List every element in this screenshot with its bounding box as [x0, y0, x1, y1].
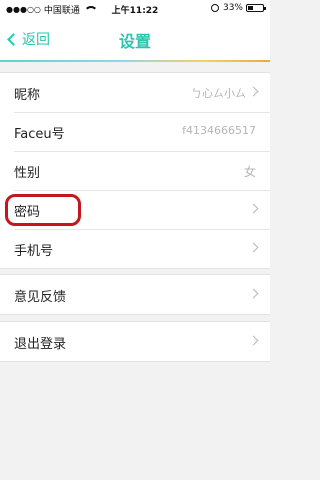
battery-percent: 33% — [222, 3, 243, 13]
feedback-group: 意见反馈 — [0, 274, 270, 315]
chevron-right-icon — [248, 86, 259, 97]
status-bar: ●●●○○ 中国联通 上午11:22 33% — [0, 0, 270, 18]
page-title: 设置 — [118, 32, 151, 51]
navigation-bar: 返回 设置 — [0, 18, 270, 60]
chevron-right-icon — [248, 203, 259, 214]
settings-row-feedback[interactable]: 意见反馈 — [0, 275, 270, 314]
row-label: 密码 — [14, 205, 41, 220]
settings-row-faceu-id: Faceu号 f4134666517 — [0, 112, 270, 151]
status-right: 33% — [210, 3, 266, 13]
settings-row-logout[interactable]: 退出登录 — [0, 322, 270, 361]
row-label: Faceu号 — [14, 127, 65, 142]
row-label: 意见反馈 — [14, 290, 67, 305]
row-value: 女 — [243, 165, 256, 179]
rotation-lock-icon — [210, 4, 219, 12]
row-label: 退出登录 — [14, 337, 67, 352]
row-label: 性别 — [14, 166, 41, 181]
chevron-right-icon — [248, 242, 259, 253]
battery-fill — [248, 6, 254, 10]
battery-icon — [246, 4, 266, 12]
row-value: ㄅ心ㄙ小ㄙ — [191, 87, 246, 100]
settings-row-gender[interactable]: 性别 女 — [0, 151, 270, 190]
row-value: f4134666517 — [182, 124, 256, 137]
profile-settings-group: 昵称 ㄅ心ㄙ小ㄙ Faceu号 f4134666517 性别 女 密码 手机号 — [0, 72, 270, 269]
accent-divider — [0, 60, 270, 62]
settings-row-phone[interactable]: 手机号 — [0, 229, 270, 268]
chevron-right-icon — [248, 335, 259, 346]
settings-row-password[interactable]: 密码 — [0, 190, 270, 229]
chevron-right-icon — [248, 288, 259, 299]
row-label: 昵称 — [14, 88, 41, 103]
row-label: 手机号 — [14, 244, 54, 259]
settings-row-nickname[interactable]: 昵称 ㄅ心ㄙ小ㄙ — [0, 73, 270, 112]
logout-group: 退出登录 — [0, 321, 270, 362]
